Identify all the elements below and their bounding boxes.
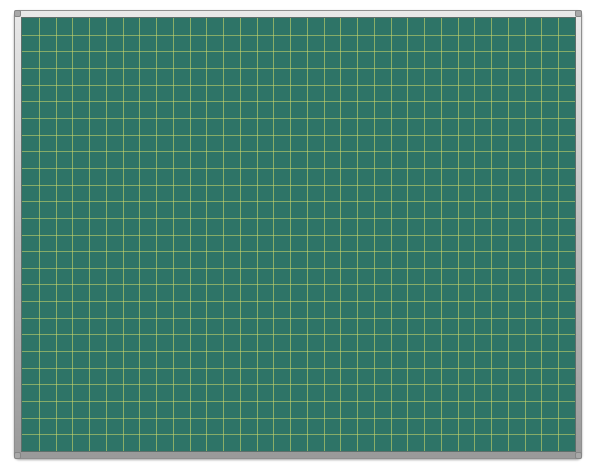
chalkboard-surface — [21, 17, 576, 452]
grid-canvas — [22, 18, 575, 451]
board-background — [22, 18, 575, 451]
scene — [0, 0, 600, 471]
frame-corner-bottom-left — [14, 452, 21, 459]
frame-corner-top-right — [575, 10, 582, 17]
frame-corner-top-left — [14, 10, 21, 17]
frame-corner-bottom-right — [575, 452, 582, 459]
